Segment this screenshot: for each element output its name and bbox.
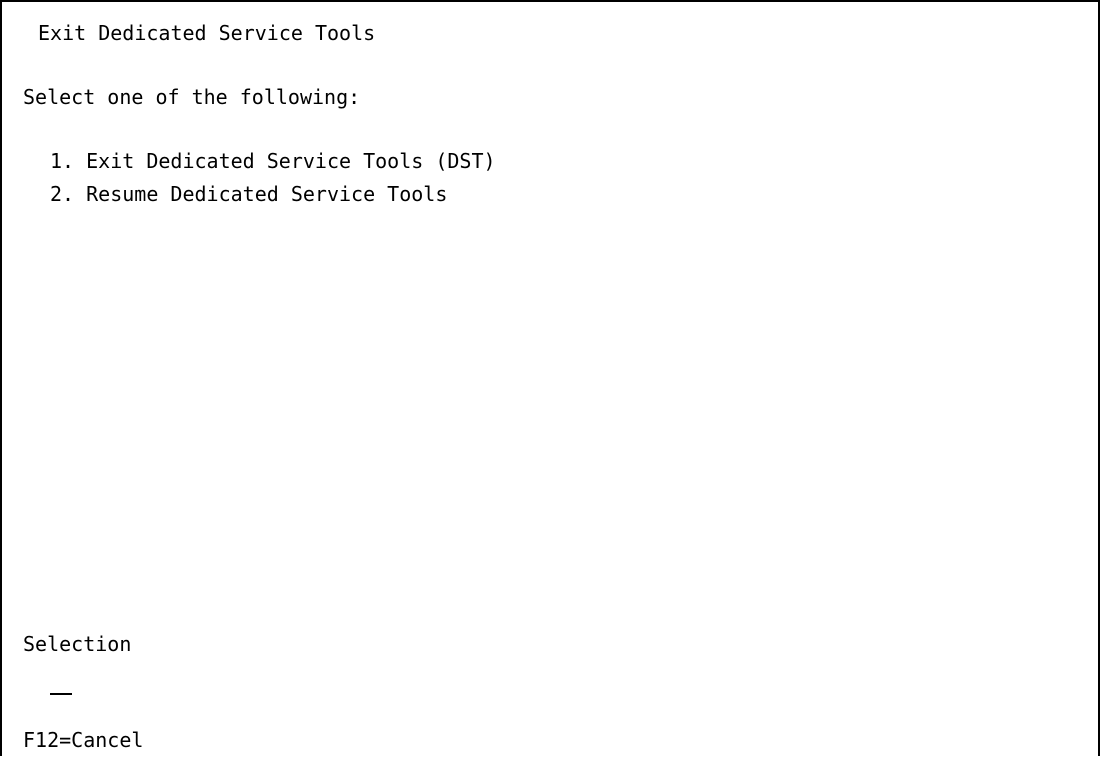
option-number: 2. <box>50 182 75 206</box>
screen-title: Exit Dedicated Service Tools <box>38 21 376 45</box>
option-label: Resume Dedicated Service Tools <box>86 182 448 206</box>
function-key-f12-cancel[interactable]: F12=Cancel <box>23 728 143 752</box>
terminal-screen: Exit Dedicated Service Tools Select one … <box>0 0 1100 756</box>
selection-input[interactable] <box>50 673 72 695</box>
selection-prompt: Select one of the following: <box>23 85 361 109</box>
option-resume-dst[interactable]: 2. Resume Dedicated Service Tools <box>50 182 447 206</box>
selection-label: Selection <box>23 632 132 656</box>
option-number: 1. <box>50 149 75 173</box>
option-exit-dst[interactable]: 1. Exit Dedicated Service Tools (DST) <box>50 149 496 173</box>
option-label: Exit Dedicated Service Tools (DST) <box>86 149 496 173</box>
